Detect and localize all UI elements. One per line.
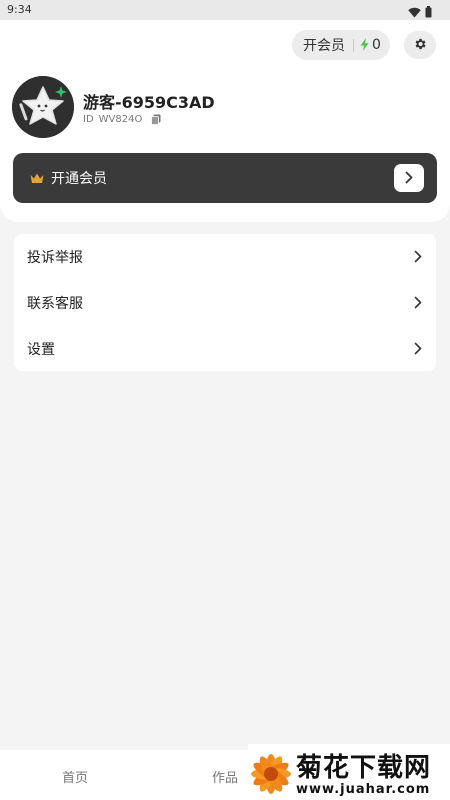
gear-icon bbox=[413, 36, 427, 55]
menu-item-label: 设置 bbox=[27, 342, 55, 358]
avatar[interactable] bbox=[12, 76, 74, 138]
nav-item-works[interactable]: 作品 bbox=[212, 767, 238, 786]
menu-item-settings[interactable]: 设置 bbox=[14, 326, 436, 372]
vip-pill-label: 开会员 bbox=[303, 38, 345, 54]
watermark-title: 菊花下载网 bbox=[296, 753, 432, 783]
user-id-prefix: ID bbox=[83, 114, 94, 125]
lightning-icon bbox=[360, 36, 369, 55]
username: 游客-6959C3AD bbox=[83, 93, 215, 112]
chevron-right-icon bbox=[414, 342, 422, 359]
menu-item-report[interactable]: 投诉举报 bbox=[14, 234, 436, 280]
star-mascot-icon bbox=[12, 76, 74, 138]
flower-logo-icon bbox=[248, 748, 294, 800]
crown-icon bbox=[30, 169, 44, 188]
status-time: 9:34 bbox=[7, 3, 32, 16]
vip-pill-button[interactable]: 开会员 0 bbox=[292, 30, 390, 60]
menu-card: 投诉举报 联系客服 设置 bbox=[14, 234, 436, 371]
menu-item-customer-service[interactable]: 联系客服 bbox=[14, 280, 436, 326]
chevron-right-icon bbox=[414, 296, 422, 313]
status-bar: 9:34 bbox=[0, 0, 450, 20]
settings-button[interactable] bbox=[404, 31, 436, 59]
member-banner-label: 开通会员 bbox=[51, 171, 107, 187]
vip-count: 0 bbox=[372, 37, 381, 53]
nav-item-home[interactable]: 首页 bbox=[62, 767, 88, 786]
user-id-value: WV824O bbox=[98, 114, 143, 125]
member-arrow-button[interactable] bbox=[394, 164, 424, 192]
pill-divider bbox=[353, 38, 354, 52]
watermark: 菊花下载网 www.juahar.com bbox=[248, 744, 450, 800]
watermark-url: www.juahar.com bbox=[296, 782, 431, 797]
open-membership-banner[interactable]: 开通会员 bbox=[13, 153, 437, 203]
menu-item-label: 投诉举报 bbox=[27, 250, 83, 266]
menu-item-label: 联系客服 bbox=[27, 296, 83, 312]
user-id-row: ID WV824O bbox=[83, 114, 161, 125]
chevron-right-icon bbox=[405, 169, 413, 188]
chevron-right-icon bbox=[414, 250, 422, 267]
copy-icon[interactable] bbox=[151, 114, 161, 125]
